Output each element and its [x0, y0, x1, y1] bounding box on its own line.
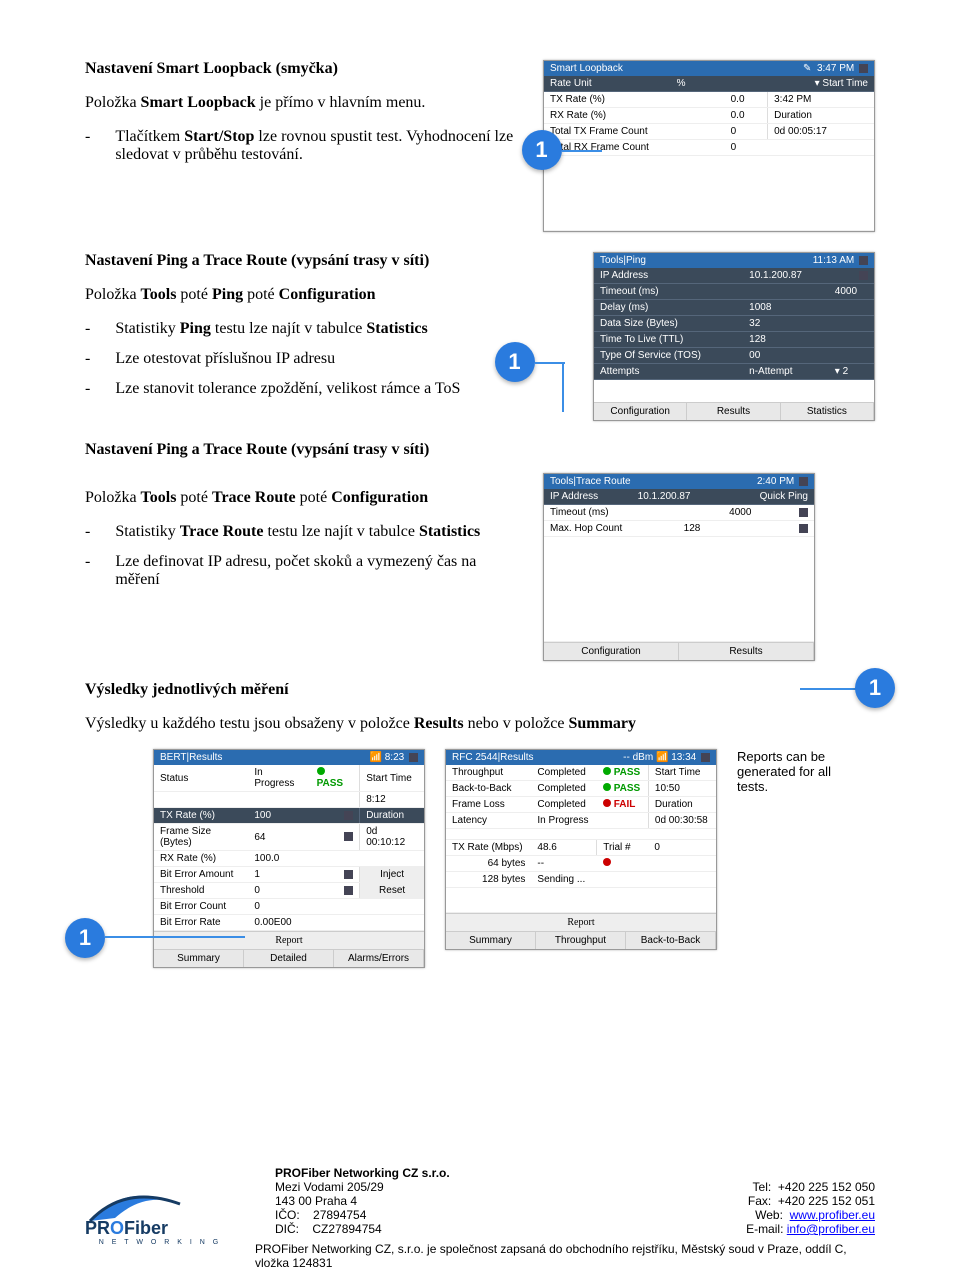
- sec3-b2: Lze definovat IP adresu, počet skoků a v…: [115, 553, 519, 589]
- scr-title: Tools|Ping: [600, 255, 646, 266]
- reset-button[interactable]: Reset: [360, 883, 424, 899]
- footer-ico-label: IČO:: [275, 1208, 300, 1222]
- scr-time: 11:13 AM: [813, 255, 855, 266]
- scr-time: 8:23: [385, 752, 404, 763]
- battery-icon: [859, 64, 868, 73]
- menu-icon: [859, 271, 868, 280]
- menu-icon: [799, 508, 808, 517]
- footer-addr2: 143 00 Praha 4: [275, 1194, 450, 1208]
- scr-time: 3:47 PM: [817, 63, 854, 74]
- report-button[interactable]: Report: [154, 931, 424, 949]
- screenshot-smart-loopback: Smart Loopback✎ 3:47 PM Rate Unit%▾ Star…: [543, 60, 875, 232]
- caption-reports: Reports can be generated for all tests.: [737, 749, 847, 794]
- screenshot-traceroute: Tools|Trace Route2:40 PM IP Address10.1.…: [543, 473, 815, 661]
- tab-throughput[interactable]: Throughput: [536, 932, 626, 949]
- sec3-intro: Položka Tools poté Trace Route poté Conf…: [85, 489, 520, 507]
- menu-icon: [344, 886, 353, 895]
- menu-icon: [344, 832, 353, 841]
- tab-detailed[interactable]: Detailed: [244, 950, 334, 967]
- sec3-b1: Statistiky Trace Route testu lze najít v…: [115, 523, 519, 541]
- footer-tel: +420 225 152 050: [778, 1180, 875, 1194]
- battery-icon: [859, 256, 868, 265]
- footer-company: PROFiber Networking CZ s.r.o.: [275, 1166, 450, 1180]
- report-button[interactable]: Report: [446, 913, 716, 931]
- callout-badge-1: 1: [495, 342, 535, 382]
- battery-icon: [701, 753, 710, 762]
- sec4-title: Výsledky jednotlivých měření: [85, 681, 875, 699]
- footer-dic: CZ27894754: [312, 1222, 381, 1236]
- callout-badge-1: 1: [855, 668, 895, 708]
- tab-alarms[interactable]: Alarms/Errors: [334, 950, 424, 967]
- sec2-title: Nastavení Ping a Trace Route (vypsání tr…: [85, 252, 520, 270]
- footer-dic-label: DIČ:: [275, 1222, 299, 1236]
- sec1-title: Nastavení Smart Loopback (smyčka): [85, 60, 520, 78]
- scr-time: 2:40 PM: [757, 476, 794, 487]
- menu-icon: [344, 870, 353, 879]
- inject-button[interactable]: Inject: [360, 867, 424, 883]
- footer-note: PROFiber Networking CZ, s.r.o. je společ…: [85, 1242, 875, 1270]
- sec2-intro: Položka Tools poté Ping poté Configurati…: [85, 286, 520, 304]
- footer-web-link[interactable]: www.profiber.eu: [790, 1208, 875, 1222]
- menu-icon: [344, 811, 353, 820]
- scr-time: 13:34: [671, 752, 696, 763]
- footer-fax: +420 225 152 051: [778, 1194, 875, 1208]
- tab-statistics[interactable]: Statistics: [781, 403, 874, 420]
- scr-title: Smart Loopback: [550, 63, 623, 74]
- sec1-intro: Položka Smart Loopback je přímo v hlavní…: [85, 94, 520, 112]
- screenshot-rfc2544-results: RFC 2544|Results-- dBm 📶 13:34 Throughpu…: [445, 749, 717, 950]
- sec1-b1: Tlačítkem Start/Stop lze rovnou spustit …: [115, 128, 519, 164]
- sec2-b1: Statistiky Ping testu lze najít v tabulc…: [115, 320, 519, 338]
- footer-ico: 27894754: [313, 1208, 366, 1222]
- edit-icon: ✎: [803, 63, 811, 74]
- footer-addr1: Mezi Vodami 205/29: [275, 1180, 450, 1194]
- scr-title: RFC 2544|Results: [452, 752, 534, 763]
- sec4-intro: Výsledky u každého testu jsou obsaženy v…: [85, 715, 875, 733]
- svg-text:PROFiber: PROFiber: [85, 1218, 168, 1236]
- tab-configuration[interactable]: Configuration: [544, 643, 679, 660]
- tab-configuration[interactable]: Configuration: [594, 403, 687, 420]
- sec3-title: Nastavení Ping a Trace Route (vypsání tr…: [85, 441, 875, 459]
- profiber-logo: PROFiber N E T W O R K I N G: [85, 1176, 235, 1236]
- scr-title: Tools|Trace Route: [550, 476, 631, 487]
- callout-badge-1: 1: [65, 918, 105, 958]
- menu-icon: [799, 524, 808, 533]
- tab-results[interactable]: Results: [679, 643, 814, 660]
- tab-summary[interactable]: Summary: [446, 932, 536, 949]
- footer-mail-link[interactable]: info@profiber.eu: [787, 1222, 875, 1236]
- screenshot-ping: Tools|Ping11:13 AM IP Address10.1.200.87…: [593, 252, 875, 421]
- tab-summary[interactable]: Summary: [154, 950, 244, 967]
- tab-back-to-back[interactable]: Back-to-Back: [626, 932, 716, 949]
- fail-icon: [603, 858, 611, 866]
- sec2-b3: Lze stanovit tolerance zpoždění, velikos…: [115, 380, 519, 398]
- tab-results[interactable]: Results: [687, 403, 780, 420]
- battery-icon: [799, 477, 808, 486]
- callout-badge-1: 1: [522, 130, 562, 170]
- scr-title: BERT|Results: [160, 752, 222, 763]
- battery-icon: [409, 753, 418, 762]
- sec2-b2: Lze otestovat příslušnou IP adresu: [115, 350, 519, 368]
